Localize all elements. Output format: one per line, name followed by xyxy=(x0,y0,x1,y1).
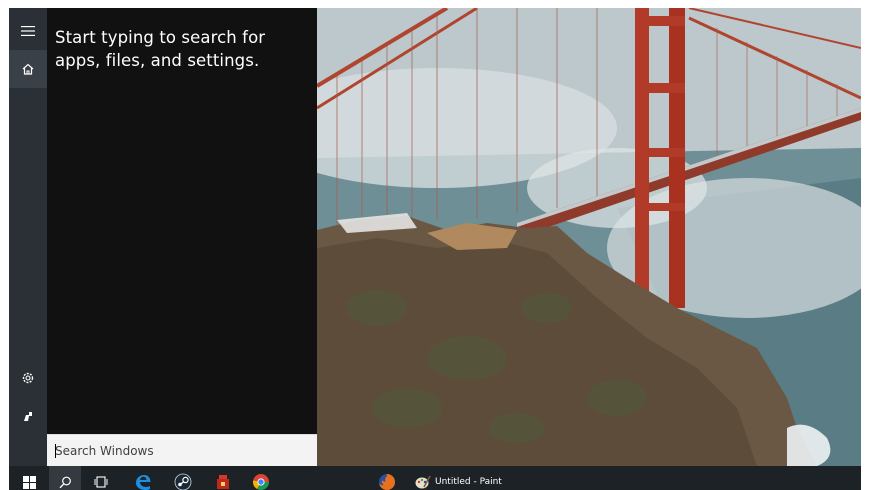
feedback-button[interactable] xyxy=(9,397,47,435)
search-box[interactable] xyxy=(47,434,317,466)
chrome-icon xyxy=(252,474,269,490)
edge-taskbar-button[interactable] xyxy=(127,466,159,490)
wallpaper-image xyxy=(317,8,861,466)
home-icon xyxy=(22,63,34,75)
settings-button[interactable] xyxy=(9,359,47,397)
firefox-icon xyxy=(379,474,395,490)
screen-frame: Start typing to search for apps, files, … xyxy=(9,8,861,490)
search-icon xyxy=(58,476,71,488)
desktop-screen: Start typing to search for apps, files, … xyxy=(0,0,870,490)
paint-icon xyxy=(415,475,431,489)
home-button[interactable] xyxy=(9,50,47,88)
edge-icon xyxy=(136,474,151,490)
text-caret xyxy=(55,444,56,458)
steam-taskbar-button[interactable] xyxy=(167,466,199,490)
app-icon xyxy=(217,475,229,489)
search-hint-text: Start typing to search for apps, files, … xyxy=(55,28,266,70)
paint-taskbar-button[interactable]: Untitled - Paint xyxy=(409,466,509,490)
search-input[interactable] xyxy=(55,440,305,462)
app-taskbar-button[interactable] xyxy=(207,466,239,490)
hamburger-menu-icon xyxy=(21,26,35,36)
taskbar-search-button[interactable] xyxy=(49,466,81,490)
chrome-taskbar-button[interactable] xyxy=(245,466,277,490)
paint-taskbar-label: Untitled - Paint xyxy=(435,477,502,487)
search-panel: Start typing to search for apps, files, … xyxy=(47,8,317,434)
firefox-taskbar-button[interactable] xyxy=(371,466,403,490)
task-view-button[interactable] xyxy=(85,466,117,490)
start-button[interactable] xyxy=(13,466,45,490)
taskbar: Untitled - Paint xyxy=(9,466,861,490)
task-view-icon xyxy=(94,476,108,488)
start-rail xyxy=(9,8,47,466)
feedback-icon xyxy=(24,412,32,421)
gear-icon xyxy=(22,372,34,384)
desktop-wallpaper xyxy=(317,8,861,466)
steam-icon xyxy=(174,473,192,490)
expand-menu-button[interactable] xyxy=(9,12,47,50)
windows-start-icon xyxy=(22,475,36,489)
